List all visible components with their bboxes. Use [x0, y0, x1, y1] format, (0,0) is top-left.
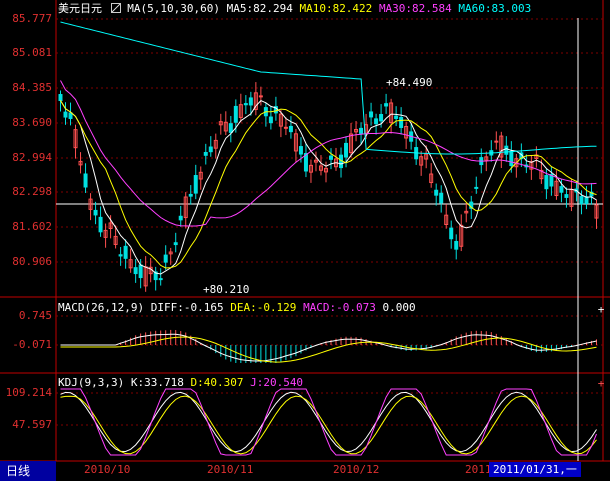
y-tick-main: 84.385: [12, 81, 52, 94]
macd-diff: DIFF:-0.165: [150, 301, 224, 314]
candle-body: [374, 118, 379, 125]
candle-body: [454, 240, 459, 250]
tab-daily[interactable]: 日线: [0, 461, 56, 481]
high-mark: +84.490: [386, 76, 433, 89]
candle-body: [68, 112, 73, 119]
candle-body: [138, 264, 143, 279]
candle-body: [133, 267, 138, 275]
candle-body: [449, 227, 454, 240]
chart-window: 美元日元 MA(5,10,30,60) MA5:82.294 MA10:82.4…: [0, 0, 610, 481]
ma10-line: [60, 100, 597, 269]
kdj-k: K:33.718: [130, 376, 184, 389]
ma10-value: MA10:82.422: [299, 2, 373, 15]
candle-body: [288, 125, 293, 133]
candle-body: [178, 215, 183, 221]
candle-body: [359, 127, 364, 134]
candle-body: [544, 175, 549, 190]
candle-body: [509, 150, 514, 167]
candle-body: [283, 126, 288, 129]
candle-body: [434, 189, 439, 196]
y-tick-kdj: 47.597: [12, 418, 52, 431]
candle-body: [329, 155, 333, 160]
candle-body: [228, 123, 233, 133]
y-tick-macd: 0.745: [18, 309, 52, 322]
candle-body: [98, 216, 103, 233]
ma-params: MA(5,10,30,60): [127, 2, 220, 15]
candle-body: [399, 116, 404, 128]
candle-body: [63, 111, 68, 118]
ma5-line: [60, 100, 597, 275]
candle-body: [203, 151, 208, 156]
candle-body: [163, 254, 168, 263]
x-tick: 2011: [465, 463, 492, 476]
candle-body: [384, 103, 389, 107]
y-tick-main: 83.690: [12, 116, 52, 129]
candle-body: [584, 196, 589, 204]
candle-body: [83, 173, 88, 188]
candle-body: [233, 105, 238, 123]
candle-body: [564, 194, 569, 198]
ma60-value: MA60:83.003: [458, 2, 532, 15]
candle-body: [298, 146, 303, 155]
candle-body: [379, 114, 384, 122]
macd-params: MACD(26,12,9): [58, 301, 145, 314]
y-tick-kdj: 109.214: [5, 386, 52, 399]
kdj-j-line: [60, 388, 597, 456]
y-tick-macd: -0.071: [12, 338, 52, 351]
y-tick-main: 81.602: [12, 220, 52, 233]
candle-body: [193, 175, 198, 194]
macd-macd: MACD:-0.073: [303, 301, 376, 314]
expand-kdj-button[interactable]: +: [596, 378, 606, 389]
main-header: 美元日元 MA(5,10,30,60) MA5:82.294 MA10:82.4…: [58, 2, 531, 15]
x-tick: 2010/10: [84, 463, 131, 476]
kdj-header: KDJ(9,3,3) K:33.718 D:40.307 J:20.540: [58, 376, 303, 389]
candle-body: [123, 245, 128, 259]
candle-body: [173, 242, 178, 246]
expand-macd-button[interactable]: +: [596, 304, 606, 315]
candle-body: [158, 278, 163, 281]
candle-body: [93, 209, 98, 216]
kdj-params: KDJ(9,3,3): [58, 376, 125, 389]
candle-body: [268, 116, 273, 124]
candle-body: [504, 145, 509, 155]
y-tick-main: 82.298: [12, 185, 52, 198]
cursor-date: 2011/01/31,一: [489, 462, 581, 477]
candle-body: [258, 95, 263, 98]
candle-body: [439, 192, 444, 204]
settings-icon[interactable]: [110, 3, 121, 13]
candle-body: [494, 140, 499, 143]
ma30-value: MA30:82.584: [378, 2, 452, 15]
candle-body: [188, 193, 193, 197]
x-tick: 2010/11: [207, 463, 254, 476]
candle-body: [118, 254, 123, 257]
candle-body: [559, 186, 564, 193]
macd-header: MACD(26,12,9) DIFF:-0.165 DEA:-0.129 MAC…: [58, 301, 416, 314]
candle-body: [248, 97, 253, 106]
kdj-d: D:40.307: [190, 376, 244, 389]
y-tick-main: 85.777: [12, 12, 52, 25]
y-tick-main: 80.906: [12, 255, 52, 268]
ma5-value: MA5:82.294: [226, 2, 293, 15]
candle-body: [474, 186, 479, 189]
macd-dea: DEA:-0.129: [230, 301, 297, 314]
candle-body: [58, 94, 63, 102]
candle-body: [394, 115, 399, 119]
y-tick-main: 85.081: [12, 46, 52, 59]
macd-extra: 0.000: [382, 301, 416, 314]
kdj-j: J:20.540: [250, 376, 304, 389]
candle-body: [208, 146, 213, 153]
candle-body: [344, 142, 349, 158]
candle-body: [369, 111, 374, 118]
candle-body: [243, 103, 248, 106]
low-mark: +80.210: [203, 283, 250, 296]
chart-canvas[interactable]: [0, 0, 610, 481]
y-tick-main: 82.994: [12, 151, 52, 164]
candle-body: [579, 196, 584, 205]
x-tick: 2010/12: [333, 463, 380, 476]
instrument-title: 美元日元: [58, 2, 102, 15]
